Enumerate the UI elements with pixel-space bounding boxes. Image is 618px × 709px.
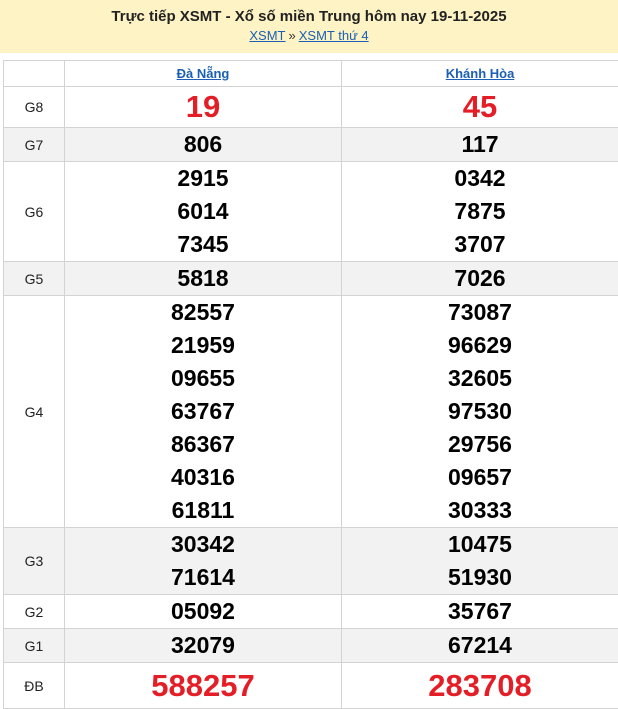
prize-number: 0342 <box>342 162 618 195</box>
header-empty-cell <box>4 61 65 87</box>
prize-row-g1: G1 32079 67214 <box>4 629 618 663</box>
prize-cell-da-nang: 32079 <box>65 629 342 663</box>
prize-cell-da-nang: 2915 6014 7345 <box>65 162 342 262</box>
prize-number: 7875 <box>342 195 618 228</box>
prize-label: G5 <box>4 262 65 296</box>
prize-number: 67214 <box>342 629 618 662</box>
table-header-row: Đà Nẵng Khánh Hòa <box>4 61 618 87</box>
prize-number: 73087 <box>342 296 618 329</box>
prize-row-g2: G2 05092 35767 <box>4 595 618 629</box>
prize-row-special: ĐB 588257 283708 <box>4 663 618 709</box>
prize-row-g5: G5 5818 7026 <box>4 262 618 296</box>
prize-number: 61811 <box>65 494 341 527</box>
prize-number: 40316 <box>65 461 341 494</box>
prize-cell-da-nang: 5818 <box>65 262 342 296</box>
prize-row-g7: G7 806 117 <box>4 128 618 162</box>
page-title: Trực tiếp XSMT - Xổ số miền Trung hôm na… <box>0 7 618 27</box>
prize-number: 117 <box>342 128 618 161</box>
prize-number: 3707 <box>342 228 618 261</box>
prize-number: 29756 <box>342 428 618 461</box>
prize-label: ĐB <box>4 663 65 709</box>
prize-row-g6: G6 2915 6014 7345 0342 7875 3707 <box>4 162 618 262</box>
prize-cell-khanh-hoa: 67214 <box>342 629 618 663</box>
prize-cell-khanh-hoa: 117 <box>342 128 618 162</box>
prize-number: 45 <box>342 89 618 125</box>
prize-number: 32079 <box>65 629 341 662</box>
page-header: Trực tiếp XSMT - Xổ số miền Trung hôm na… <box>0 0 618 53</box>
prize-number: 05092 <box>65 595 341 628</box>
prize-number: 7345 <box>65 228 341 261</box>
prize-number: 96629 <box>342 329 618 362</box>
prize-label: G6 <box>4 162 65 262</box>
prize-cell-da-nang: 82557 21959 09655 63767 86367 40316 6181… <box>65 296 342 528</box>
prize-cell-khanh-hoa: 35767 <box>342 595 618 629</box>
prize-number: 588257 <box>65 669 341 702</box>
prize-number: 51930 <box>342 561 618 594</box>
breadcrumb: XSMT »XSMT thứ 4 <box>0 27 618 45</box>
province-link-da-nang[interactable]: Đà Nẵng <box>177 66 230 81</box>
prize-number: 82557 <box>65 296 341 329</box>
prize-number: 63767 <box>65 395 341 428</box>
prize-number: 30342 <box>65 528 341 561</box>
prize-number: 32605 <box>342 362 618 395</box>
prize-cell-khanh-hoa: 7026 <box>342 262 618 296</box>
breadcrumb-xsmt-link[interactable]: XSMT <box>249 28 285 43</box>
prize-number: 86367 <box>65 428 341 461</box>
prize-number: 71614 <box>65 561 341 594</box>
prize-number: 09657 <box>342 461 618 494</box>
prize-number: 10475 <box>342 528 618 561</box>
prize-number: 2915 <box>65 162 341 195</box>
prize-number: 21959 <box>65 329 341 362</box>
prize-number: 35767 <box>342 595 618 628</box>
prize-number: 806 <box>65 128 341 161</box>
breadcrumb-separator: » <box>289 28 296 43</box>
prize-row-g4: G4 82557 21959 09655 63767 86367 40316 6… <box>4 296 618 528</box>
prize-row-g3: G3 30342 71614 10475 51930 <box>4 528 618 595</box>
prize-label: G3 <box>4 528 65 595</box>
special-prize-da-nang: 588257 <box>65 663 342 709</box>
prize-cell-da-nang: 19 <box>65 87 342 128</box>
prize-label: G4 <box>4 296 65 528</box>
prize-cell-da-nang: 806 <box>65 128 342 162</box>
province-link-khanh-hoa[interactable]: Khánh Hòa <box>446 66 515 81</box>
prize-number: 30333 <box>342 494 618 527</box>
prize-cell-khanh-hoa: 10475 51930 <box>342 528 618 595</box>
special-prize-khanh-hoa: 283708 <box>342 663 618 709</box>
prize-label: G7 <box>4 128 65 162</box>
prize-number: 7026 <box>342 262 618 295</box>
prize-cell-khanh-hoa: 0342 7875 3707 <box>342 162 618 262</box>
prize-label: G2 <box>4 595 65 629</box>
prize-number: 09655 <box>65 362 341 395</box>
prize-cell-khanh-hoa: 73087 96629 32605 97530 29756 09657 3033… <box>342 296 618 528</box>
prize-number: 283708 <box>342 669 618 702</box>
breadcrumb-xsmt-thu4-link[interactable]: XSMT thứ 4 <box>299 28 369 43</box>
results-table: Đà Nẵng Khánh Hòa G8 19 45 G7 806 117 G6… <box>3 60 618 709</box>
prize-cell-khanh-hoa: 45 <box>342 87 618 128</box>
province-header-da-nang: Đà Nẵng <box>65 61 342 87</box>
prize-label: G8 <box>4 87 65 128</box>
prize-number: 5818 <box>65 262 341 295</box>
prize-number: 97530 <box>342 395 618 428</box>
prize-row-g8: G8 19 45 <box>4 87 618 128</box>
prize-number: 6014 <box>65 195 341 228</box>
prize-number: 19 <box>65 89 341 125</box>
prize-cell-da-nang: 30342 71614 <box>65 528 342 595</box>
province-header-khanh-hoa: Khánh Hòa <box>342 61 618 87</box>
prize-label: G1 <box>4 629 65 663</box>
prize-cell-da-nang: 05092 <box>65 595 342 629</box>
